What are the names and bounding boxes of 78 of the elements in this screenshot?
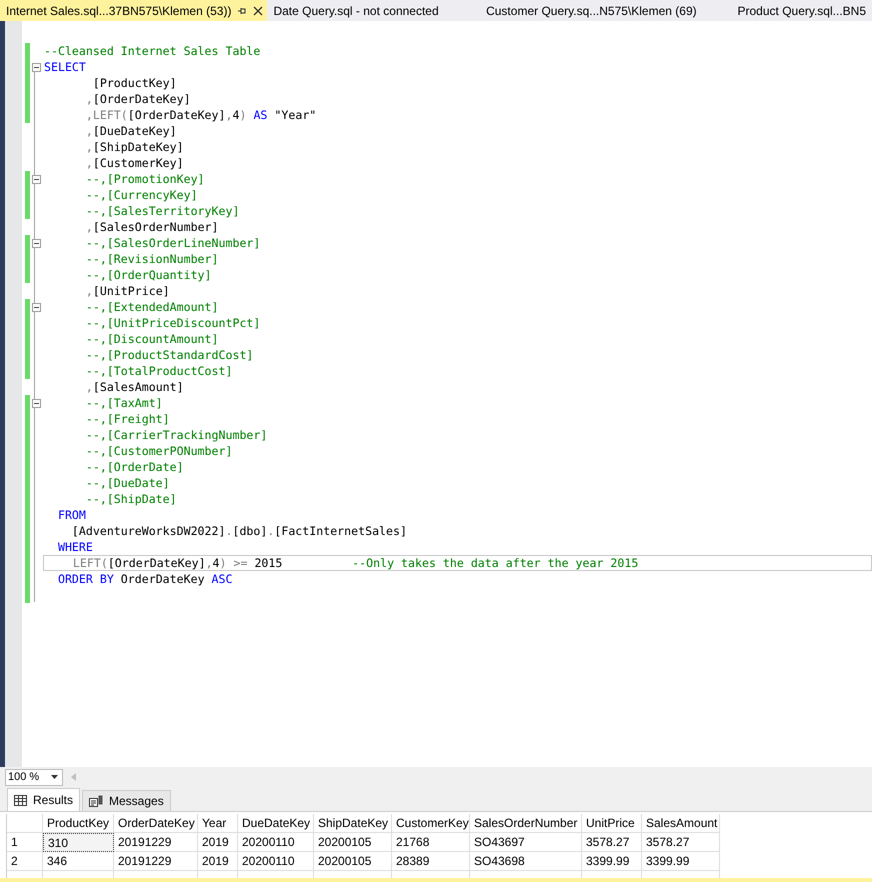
- table-cell[interactable]: 21768: [392, 833, 470, 852]
- code-line: --,[DueDate]: [84, 475, 170, 491]
- code-line: --,[SalesOrderLineNumber]: [84, 235, 260, 251]
- code-line: [ProductKey]: [92, 75, 177, 91]
- collapse-icon[interactable]: [32, 238, 41, 248]
- code-line: ORDER BY OrderDateKey ASC: [56, 571, 232, 587]
- document-tab[interactable]: Internet Sales.sql...37BN575\Klemen (53)): [0, 0, 268, 21]
- code-line: --,[ExtendedAmount]: [84, 299, 219, 315]
- collapse-icon[interactable]: [32, 174, 41, 184]
- code-line: --Cleansed Internet Sales Table: [43, 43, 260, 59]
- results-tab[interactable]: Results: [7, 788, 80, 811]
- column-header[interactable]: SalesAmount: [642, 814, 720, 833]
- grid-icon: [14, 794, 27, 806]
- code-line: ,[SalesOrderNumber]: [84, 219, 219, 235]
- code-line: --,[DiscountAmount]: [84, 331, 219, 347]
- table-cell[interactable]: 3578.27: [642, 833, 720, 852]
- column-header[interactable]: Year: [198, 814, 238, 833]
- close-icon[interactable]: [253, 6, 264, 16]
- code-line: --,[OrderDate]: [84, 459, 184, 475]
- code-line: ,[SalesAmount]: [84, 379, 184, 395]
- code-line: --,[CustomerPONumber]: [84, 443, 232, 459]
- document-tab[interactable]: Product Query.sql...BN5: [732, 0, 872, 21]
- table-cell[interactable]: 20200110: [238, 852, 314, 871]
- code-line: ,[OrderDateKey]: [84, 91, 191, 107]
- table-cell[interactable]: 3399.99: [582, 852, 642, 871]
- row-number: 2: [7, 852, 43, 871]
- table-cell[interactable]: 28389: [392, 852, 470, 871]
- document-icon: [89, 795, 104, 807]
- table-cell[interactable]: 346: [43, 852, 114, 871]
- table-cell[interactable]: 20191229: [114, 852, 198, 871]
- code-line: ,LEFT([OrderDateKey],4) AS "Year": [84, 107, 316, 123]
- code-line: ,[ShipDateKey]: [84, 139, 184, 155]
- code-line: --,[CurrencyKey]: [84, 187, 198, 203]
- caret-icon: [51, 775, 58, 779]
- column-header[interactable]: ProductKey: [43, 814, 114, 833]
- code-line: --,[CarrierTrackingNumber]: [84, 427, 268, 443]
- table-cell[interactable]: 20200105: [314, 833, 392, 852]
- code-line: --,[PromotionKey]: [84, 171, 205, 187]
- code-line: --,[SalesTerritoryKey]: [84, 203, 240, 219]
- collapse-icon[interactable]: [32, 302, 41, 312]
- code-line: SELECT: [43, 59, 86, 75]
- document-tab[interactable]: Date Query.sql - not connected: [267, 0, 474, 21]
- code-line: --,[OrderQuantity]: [84, 267, 212, 283]
- collapse-icon[interactable]: [32, 62, 41, 72]
- table-cell[interactable]: 3399.99: [642, 852, 720, 871]
- table-cell[interactable]: 310: [43, 833, 114, 852]
- column-header[interactable]: DueDateKey: [238, 814, 314, 833]
- code-line: --,[Freight]: [84, 411, 170, 427]
- code-line: --,[UnitPriceDiscountPct]: [84, 315, 260, 331]
- column-header[interactable]: OrderDateKey: [114, 814, 198, 833]
- code-line: [AdventureWorksDW2022].[dbo].[FactInternetSales]: [70, 523, 407, 539]
- table-cell[interactable]: SO43697: [470, 833, 582, 852]
- table-cell[interactable]: 20200110: [238, 833, 314, 852]
- collapse-icon[interactable]: [32, 398, 41, 408]
- table-cell[interactable]: 2019: [198, 833, 238, 852]
- column-header[interactable]: ShipDateKey: [314, 814, 392, 833]
- code-line: --,[ProductStandardCost]: [84, 347, 254, 363]
- table-cell[interactable]: 2019: [198, 852, 238, 871]
- code-line: --,[ShipDate]: [84, 491, 177, 507]
- code-line: --,[TaxAmt]: [84, 395, 163, 411]
- column-header[interactable]: SalesOrderNumber: [470, 814, 582, 833]
- column-header[interactable]: UnitPrice: [582, 814, 642, 833]
- code-line: --,[RevisionNumber]: [84, 251, 219, 267]
- code-line: ,[CustomerKey]: [84, 155, 184, 171]
- table-cell[interactable]: SO43698: [470, 852, 582, 871]
- code-line: ,[UnitPrice]: [84, 283, 170, 299]
- table-cell[interactable]: 3578.27: [582, 833, 642, 852]
- zoom-dropdown[interactable]: 100 %: [5, 768, 64, 786]
- pin-icon[interactable]: [237, 6, 248, 16]
- table-cell[interactable]: 20200105: [314, 852, 392, 871]
- code-line: FROM: [56, 507, 86, 523]
- column-header[interactable]: CustomerKey: [392, 814, 470, 833]
- code-line: ,[DueDateKey]: [84, 123, 177, 139]
- code-line: --,[TotalProductCost]: [84, 363, 232, 379]
- document-tab[interactable]: Customer Query.sq...N575\Klemen (69): [474, 0, 732, 21]
- table-cell[interactable]: 20191229: [114, 833, 198, 852]
- code-line: WHERE: [56, 539, 93, 555]
- results-tab[interactable]: Messages: [82, 790, 171, 811]
